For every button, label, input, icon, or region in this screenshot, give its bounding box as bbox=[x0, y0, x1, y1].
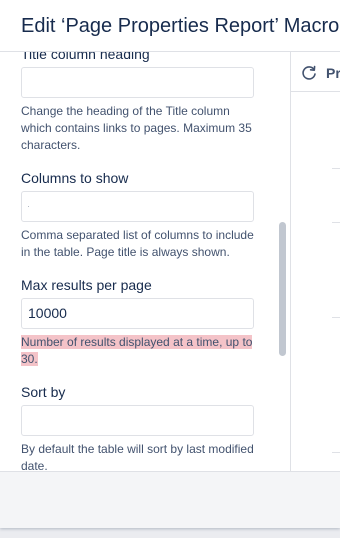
refresh-icon[interactable] bbox=[301, 65, 317, 81]
title-heading-input[interactable] bbox=[21, 67, 254, 98]
dialog-header: Edit ‘Page Properties Report’ Macro bbox=[0, 0, 340, 52]
form-scrollbar-thumb[interactable] bbox=[279, 222, 286, 356]
columns-to-show-field: Columns to show Comma separated list of … bbox=[21, 169, 254, 261]
title-heading-description: Change the heading of the Title column w… bbox=[21, 104, 252, 152]
preview-divider bbox=[332, 222, 340, 223]
max-results-description: Number of results displayed at a time, u… bbox=[21, 335, 253, 366]
input-placeholder-dot bbox=[28, 206, 29, 207]
sort-by-field: Sort by By default the table will sort b… bbox=[21, 383, 254, 471]
sort-by-label: Sort by bbox=[21, 384, 66, 400]
max-results-label: Max results per page bbox=[21, 277, 152, 293]
preview-toolbar: Pr bbox=[291, 52, 340, 92]
dialog-title: Edit ‘Page Properties Report’ Macro bbox=[21, 15, 340, 37]
sort-by-input[interactable] bbox=[21, 405, 254, 436]
title-heading-field: Title column heading Change the heading … bbox=[21, 52, 254, 154]
preview-divider bbox=[332, 452, 340, 453]
preview-divider bbox=[332, 168, 340, 169]
max-results-input[interactable]: 10000 bbox=[21, 298, 254, 329]
max-results-description-wrap: Number of results displayed at a time, u… bbox=[21, 334, 254, 368]
columns-to-show-description: Comma separated list of columns to inclu… bbox=[21, 228, 254, 259]
preview-label: Pr bbox=[326, 65, 340, 81]
columns-to-show-input[interactable] bbox=[21, 191, 254, 222]
macro-parameters-form[interactable]: Title column heading Change the heading … bbox=[0, 52, 290, 471]
columns-to-show-label: Columns to show bbox=[21, 170, 129, 186]
dialog-footer bbox=[0, 471, 340, 528]
title-heading-label: Title column heading bbox=[21, 52, 150, 62]
macro-preview-pane: Pr bbox=[290, 52, 340, 471]
macro-edit-dialog: Edit ‘Page Properties Report’ Macro Titl… bbox=[0, 0, 340, 528]
max-results-field: Max results per page 10000 Number of res… bbox=[21, 276, 254, 368]
preview-divider bbox=[332, 317, 340, 318]
sort-by-description: By default the table will sort by last m… bbox=[21, 442, 254, 471]
